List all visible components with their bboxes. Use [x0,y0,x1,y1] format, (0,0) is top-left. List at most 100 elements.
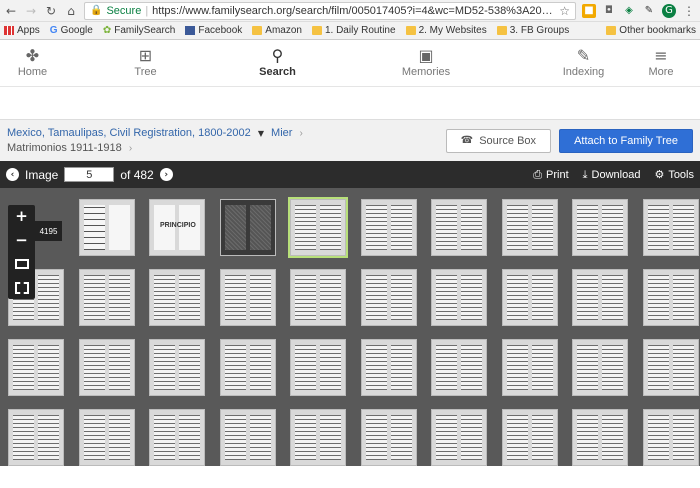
url-text[interactable]: https://www.familysearch.org/search/film… [152,5,555,17]
thumbnail-image[interactable] [642,409,699,466]
bookmark-fb-groups[interactable]: 3. FB Groups [496,25,569,36]
zoom-out-icon[interactable]: − [12,231,32,249]
bookmark-daily-routine[interactable]: 1. Daily Routine [311,25,396,36]
dropdown-caret-icon[interactable]: ▼ [258,129,264,138]
document-page [249,345,271,390]
thumbnail-image[interactable] [572,269,628,326]
document-page [295,205,316,250]
thumbnail-image[interactable] [431,409,487,466]
thumbnail-image[interactable] [290,409,346,466]
document-page [672,205,694,250]
thumbnail-image[interactable] [219,199,276,256]
thumbnail-image[interactable] [572,199,628,256]
nav-indexing[interactable]: ✎ Indexing [551,48,616,79]
next-image-icon[interactable]: › [159,168,173,181]
nav-memories[interactable]: ▣ Memories [391,48,461,79]
thumbnail-image[interactable] [219,339,276,396]
nav-home[interactable]: ✤ Home [0,48,65,79]
thumbnail-image[interactable] [642,269,699,326]
thumbnail-image[interactable] [431,339,487,396]
nav-more[interactable]: ≡ More [636,48,686,79]
thumbnail-image[interactable] [360,339,417,396]
document-page [436,275,457,320]
document-page [647,205,669,250]
thumbnail-image[interactable] [642,339,699,396]
bookmark-facebook[interactable]: Facebook [185,25,242,36]
thumbnail-image[interactable] [149,339,205,396]
thumbnail-image[interactable] [78,339,135,396]
bookmark-google[interactable]: G Google [50,25,93,36]
thumbnail-image[interactable] [290,339,346,396]
breadcrumb-place[interactable]: Mier [271,127,292,139]
grammarly-icon[interactable]: G [662,3,676,18]
thumbnail-image[interactable] [501,409,558,466]
back-arrow-icon[interactable]: ← [4,4,18,18]
thumbnail-image[interactable] [78,199,135,256]
attach-to-tree-button[interactable]: Attach to Family Tree [559,128,693,153]
fit-view-icon[interactable] [12,255,32,273]
zoom-in-icon[interactable]: + [12,207,32,225]
nav-tree[interactable]: ⊞ Tree [113,48,178,79]
nav-search[interactable]: ⚲ Search [245,48,310,79]
document-page [320,275,341,320]
thumbnail-image[interactable] [219,409,276,466]
thumbnail-image[interactable] [219,269,276,326]
eyedropper-icon[interactable]: ✎ [642,4,656,18]
thumbnail-image[interactable] [501,339,558,396]
thumbnail-image[interactable] [360,409,417,466]
thumbnail-image[interactable] [149,269,205,326]
breadcrumb-subset[interactable]: Matrimonios 1911-1918 [7,142,122,154]
thumbnail-image[interactable] [572,339,628,396]
document-page [365,275,387,320]
document-page [108,205,130,250]
print-button[interactable]: ⎙ Print [533,168,568,182]
bookmark-other[interactable]: Other bookmarks [606,25,696,36]
download-button[interactable]: ⤓ Download [583,168,641,182]
forward-arrow-icon[interactable]: → [24,4,38,18]
thumbnail-image[interactable] [501,269,558,326]
thumbnail-image[interactable] [8,409,64,466]
shield-icon[interactable]: ◈ [622,4,636,18]
breadcrumb-collection[interactable]: Mexico, Tamaulipas, Civil Registration, … [7,127,251,139]
bookmark-label: Apps [17,25,40,36]
home-icon[interactable]: ⌂ [64,4,78,18]
tools-button[interactable]: ⚙ Tools [654,168,694,181]
menu-dots-icon[interactable]: ⋮ [682,4,696,18]
document-page [506,205,528,250]
source-box-button[interactable]: ☎ Source Box [445,128,552,153]
thumbnail-image[interactable] [78,409,135,466]
thumbnail-image[interactable] [431,269,487,326]
reload-icon[interactable]: ↻ [44,4,58,18]
thumbnail-image[interactable] [501,199,558,256]
bookmark-apps[interactable]: Apps [4,25,40,36]
extension-icon[interactable]: ■ [582,3,596,18]
bookmark-my-websites[interactable]: 2. My Websites [405,25,487,36]
thumbnail-image[interactable] [8,339,64,396]
thumbnail-image[interactable] [642,199,699,256]
thumbnail-image[interactable] [288,197,348,258]
previous-image-icon[interactable]: ‹ [6,168,19,181]
thumbnail-image[interactable] [78,269,135,326]
thumbnail-image[interactable] [431,199,487,256]
thumbnail-image[interactable] [360,269,417,326]
bookmark-amazon[interactable]: Amazon [252,25,302,36]
thumbnail-image[interactable] [360,199,417,256]
nav-label: Tree [134,66,157,78]
document-page [179,415,200,460]
address-bar[interactable]: 🔒 Secure | https://www.familysearch.org/… [84,1,576,20]
bookmark-star-icon[interactable]: ☆ [559,4,570,18]
nav-label: Search [259,66,296,78]
thumbnail-image[interactable] [572,409,628,466]
bookmark-familysearch[interactable]: ✿ FamilySearch [103,25,176,36]
camera-icon[interactable]: ◘ [602,4,616,18]
document-page [83,345,105,390]
fullscreen-icon[interactable] [12,279,32,297]
fullscreen-box [14,282,29,294]
document-page [224,205,246,250]
thumbnail-image[interactable]: PRINCIPIO [149,199,205,256]
bookmark-label: Google [60,25,93,36]
document-page [602,415,623,460]
thumbnail-image[interactable] [290,269,346,326]
image-number-input[interactable] [64,167,115,182]
thumbnail-image[interactable] [149,409,205,466]
